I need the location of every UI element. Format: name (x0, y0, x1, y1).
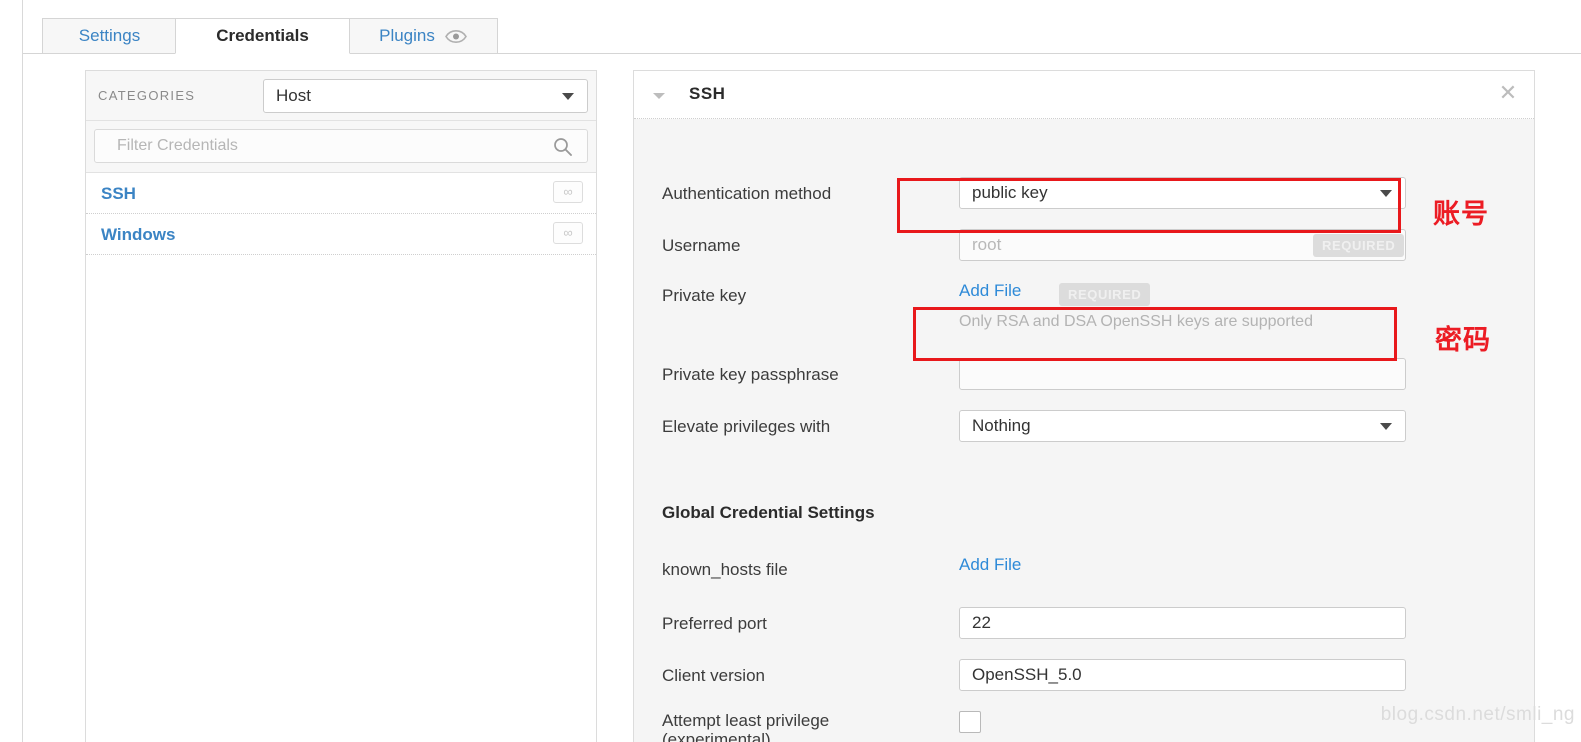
credentials-list: SSH ∞ Windows ∞ (86, 173, 596, 255)
tab-settings-label: Settings (78, 26, 141, 45)
tab-bar: Settings Credentials Plugins (23, 18, 1581, 54)
close-icon[interactable]: ✕ (1496, 83, 1520, 107)
tab-credentials[interactable]: Credentials (175, 18, 350, 54)
preferred-port-label: Preferred port (662, 614, 767, 633)
preferred-port-input[interactable] (959, 607, 1406, 639)
ssh-credential-panel: SSH ✕ Authentication method public key U… (633, 70, 1535, 742)
credential-name-ssh: SSH (101, 184, 136, 203)
filter-credentials-input[interactable] (94, 129, 588, 163)
least-privilege-label: Attempt least privilege (experimental) (662, 711, 829, 742)
client-version-input[interactable] (959, 659, 1406, 691)
panel-title: SSH (689, 84, 726, 103)
least-privilege-label-line1: Attempt least privilege (662, 711, 830, 730)
elevate-label: Elevate privileges with (662, 417, 831, 436)
username-label: Username (662, 236, 741, 255)
auth-method-value: public key (972, 183, 1048, 202)
credential-name-windows: Windows (101, 225, 176, 244)
client-version-label: Client version (662, 666, 765, 685)
least-privilege-label-line2: (experimental) (662, 730, 771, 742)
auth-method-label: Authentication method (662, 184, 832, 203)
categories-label: CATEGORIES (98, 88, 196, 103)
passphrase-label: Private key passphrase (662, 365, 839, 384)
credentials-sidebar: CATEGORIES Host SSH ∞ (85, 70, 597, 742)
list-item[interactable]: SSH ∞ (86, 173, 596, 214)
sidebar-header: CATEGORIES Host (86, 71, 596, 121)
username-required-badge: REQUIRED (1313, 234, 1405, 257)
infinity-badge-windows[interactable]: ∞ (553, 222, 583, 244)
tab-plugins-label: Plugins (379, 26, 435, 45)
app-frame: Settings Credentials Plugins CATEGORIES (22, 0, 1581, 742)
list-item[interactable]: Windows ∞ (86, 214, 596, 255)
least-privilege-checkbox[interactable] (959, 711, 981, 733)
known-hosts-label: known_hosts file (662, 560, 788, 579)
tab-plugins[interactable]: Plugins (348, 18, 498, 54)
auth-method-select[interactable]: public key (959, 177, 1406, 209)
tab-credentials-label: Credentials (216, 26, 309, 45)
eye-icon (444, 29, 467, 43)
filter-row (86, 121, 596, 173)
chevron-down-icon (1380, 190, 1392, 197)
private-key-helper-text: Only RSA and DSA OpenSSH keys are suppor… (959, 313, 1313, 330)
known-hosts-add-file-button[interactable]: Add File (959, 555, 1021, 574)
category-select[interactable]: Host (263, 79, 588, 113)
chevron-down-icon[interactable] (653, 93, 665, 99)
infinity-badge-ssh[interactable]: ∞ (553, 181, 583, 203)
global-settings-title: Global Credential Settings (662, 503, 875, 522)
private-key-label: Private key (662, 286, 747, 305)
chevron-down-icon (562, 93, 574, 100)
tab-settings[interactable]: Settings (42, 18, 177, 54)
screenshot-root: Settings Credentials Plugins CATEGORIES (0, 0, 1581, 742)
elevate-value: Nothing (972, 416, 1031, 435)
elevate-select[interactable]: Nothing (959, 410, 1406, 442)
chevron-down-icon (1380, 423, 1392, 430)
private-key-required-badge: REQUIRED (1059, 283, 1151, 306)
category-select-value: Host (276, 86, 311, 105)
private-key-add-file-button[interactable]: Add File (959, 281, 1021, 300)
panel-header: SSH ✕ (634, 71, 1534, 119)
panel-body: Authentication method public key Usernam… (634, 119, 1534, 742)
passphrase-input[interactable] (959, 358, 1406, 390)
